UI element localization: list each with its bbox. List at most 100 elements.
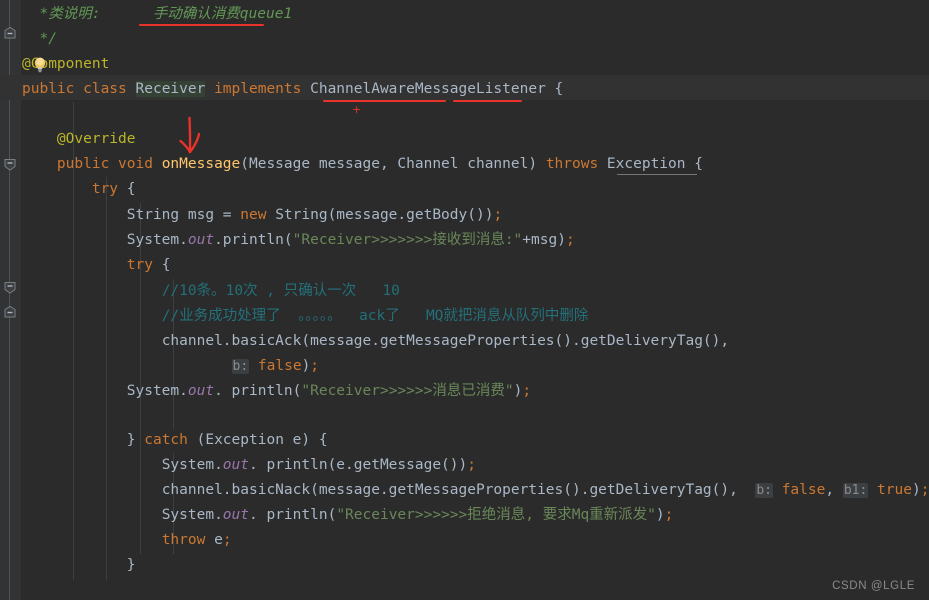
line-basicack-args-token-3: false — [257, 358, 302, 374]
line-string-msg-token-4: ; — [493, 207, 503, 223]
line-println-rejected-token-1: System. — [161, 507, 223, 523]
line-basicnack-token-4: false — [781, 482, 826, 498]
line-basicack-args-token-2 — [249, 358, 258, 374]
line-string-msg[interactable]: String msg = new String(message.getBody(… — [22, 203, 502, 228]
line-override-token-1: @Override — [56, 131, 136, 147]
line-println-rejected-token-4: "Receiver>>>>>>拒绝消息, 要求Mq重新派发" — [336, 507, 656, 523]
line-basicack-args-token-5: ; — [310, 358, 320, 374]
line-onmessage-signature[interactable]: public void onMessage(Message message, C… — [22, 152, 703, 177]
line-onmessage-signature-token-1: public — [56, 156, 119, 172]
line-println-received[interactable]: System.out.println("Receiver>>>>>>>接收到消息… — [22, 228, 575, 253]
line-println-rejected-token-3: . println( — [249, 507, 337, 523]
line-basicnack-token-2: b: — [755, 483, 773, 498]
line-try-outer[interactable]: try { — [22, 177, 136, 202]
line-class-decl-token-4: implements — [214, 81, 311, 97]
line-println-getmessage-token-4: ; — [467, 457, 476, 473]
line-basicnack-token-0 — [22, 482, 162, 498]
line-class-decl-token-2: Receiver — [135, 81, 206, 97]
line-println-consumed-token-5: ) — [513, 383, 523, 399]
line-catch[interactable]: } catch (Exception e) { — [22, 428, 328, 453]
line-onmessage-signature-token-6: Exception — [606, 156, 686, 172]
fold-marker-try-inner[interactable] — [2, 279, 18, 295]
line-class-decl-token-1: class — [83, 81, 136, 97]
line-basicnack-token-10: ; — [920, 482, 929, 498]
underline-listener — [453, 100, 522, 102]
line-try-outer-token-0 — [22, 181, 92, 197]
line-class-doc-token-0: * — [22, 6, 49, 22]
line-class-doc-token-1: 类说明: — [48, 6, 153, 22]
line-basicack-token-1: channel.basicAck(message.getMessagePrope… — [161, 333, 730, 349]
line-basicack-args-token-1: b: — [231, 359, 250, 374]
line-onmessage-signature-token-4: (Message message, Channel channel) — [240, 156, 546, 172]
line-println-consumed-token-2: out — [187, 383, 215, 399]
line-throw-token-0 — [22, 532, 162, 548]
line-println-getmessage-token-1: System. — [161, 457, 223, 473]
line-println-rejected[interactable]: System.out. println("Receiver>>>>>>拒绝消息,… — [22, 503, 674, 528]
line-println-consumed-token-6: ; — [522, 383, 532, 399]
line-catch-token-1: } — [126, 432, 145, 448]
line-catch-token-2: catch — [144, 432, 188, 448]
lightbulb-icon[interactable] — [32, 56, 48, 73]
fold-marker-doc[interactable] — [2, 26, 18, 42]
line-basicack-args[interactable]: b: false); — [22, 354, 319, 379]
line-throw[interactable]: throw e; — [22, 528, 232, 553]
line-throw-token-1: throw — [161, 532, 206, 548]
line-try-inner-token-1: try — [126, 257, 153, 273]
line-onmessage-signature-token-2: void — [118, 156, 162, 172]
line-override[interactable]: @Override — [22, 127, 136, 152]
line-basicack[interactable]: channel.basicAck(message.getMessagePrope… — [22, 329, 729, 354]
line-class-decl[interactable]: public class Receiver implements Channel… — [22, 77, 563, 102]
exception-warning-squiggle — [617, 172, 697, 176]
line-println-getmessage[interactable]: System.out. println(e.getMessage()); — [22, 453, 476, 478]
line-onmessage-signature-token-7: { — [685, 156, 703, 172]
line-close-catch-token-1: } — [126, 557, 136, 573]
line-println-received-token-5: +msg) — [522, 232, 566, 248]
line-string-msg-token-0 — [22, 207, 127, 223]
line-comment-10-token-1: //10条。10次 , 只确认一次 10 — [161, 283, 400, 299]
line-override-token-0 — [22, 131, 57, 147]
line-println-consumed-token-3: . println( — [214, 383, 302, 399]
csdn-watermark: CSDN @LGLE — [832, 580, 915, 592]
line-basicnack-token-8: true — [877, 482, 912, 498]
line-doc-end[interactable]: */ — [22, 27, 56, 52]
line-try-outer-token-1: try — [91, 181, 119, 197]
line-comment-ack[interactable]: //业务成功处理了 。。。。。 ack了 MQ就把消息从队列中删除 — [22, 304, 589, 329]
line-println-rejected-token-0 — [22, 507, 162, 523]
line-comment-10[interactable]: //10条。10次 , 只确认一次 10 — [22, 279, 400, 304]
line-onmessage-signature-token-5: throws — [545, 156, 607, 172]
line-println-consumed-token-4: "Receiver>>>>>>消息已消费" — [301, 383, 514, 399]
line-close-catch-token-0 — [22, 557, 127, 573]
line-close-catch[interactable]: } — [22, 553, 136, 578]
line-basicnack[interactable]: channel.basicNack(message.getMessageProp… — [22, 478, 929, 503]
fold-marker-method[interactable] — [2, 156, 18, 172]
line-basicnack-token-3 — [773, 482, 782, 498]
line-println-received-token-6: ; — [565, 232, 575, 248]
underline-channelaware — [323, 100, 446, 102]
line-println-received-token-4: "Receiver>>>>>>>接收到消息:" — [292, 232, 523, 248]
line-comment-ack-token-0 — [22, 308, 162, 324]
line-basicnack-token-1: channel.basicNack(message.getMessageProp… — [161, 482, 756, 498]
line-basicack-args-token-0 — [22, 358, 232, 374]
line-throw-token-2: e — [205, 532, 223, 548]
line-catch-token-0 — [22, 432, 127, 448]
code-editor[interactable]: *类说明: 手动确认消费queue1 */@Component public cl… — [0, 0, 929, 600]
line-string-msg-token-2: new — [240, 207, 276, 223]
line-println-rejected-token-5: ) — [655, 507, 665, 523]
line-class-decl-token-0: public — [22, 81, 84, 97]
line-println-consumed[interactable]: System.out. println("Receiver>>>>>>消息已消费… — [22, 379, 531, 404]
fold-marker-comment[interactable] — [2, 305, 18, 321]
line-try-outer-token-2: { — [118, 181, 136, 197]
line-basicack-token-0 — [22, 333, 162, 349]
line-class-doc-token-2: 手动确认消费queue1 — [152, 6, 293, 22]
line-println-getmessage-token-0 — [22, 457, 162, 473]
line-println-received-token-1: System. — [126, 232, 188, 248]
line-try-inner-token-0 — [22, 257, 127, 273]
line-println-received-token-0 — [22, 232, 127, 248]
code-content[interactable]: *类说明: 手动确认消费queue1 */@Component public cl… — [0, 0, 929, 600]
line-string-msg-token-3: String(message.getBody()) — [275, 207, 494, 223]
line-onmessage-signature-token-3: onMessage — [161, 156, 241, 172]
line-string-msg-token-1: String msg = — [126, 207, 241, 223]
line-println-consumed-token-1: System. — [126, 383, 188, 399]
line-basicnack-token-9: ) — [911, 482, 921, 498]
line-try-inner[interactable]: try { — [22, 253, 171, 278]
